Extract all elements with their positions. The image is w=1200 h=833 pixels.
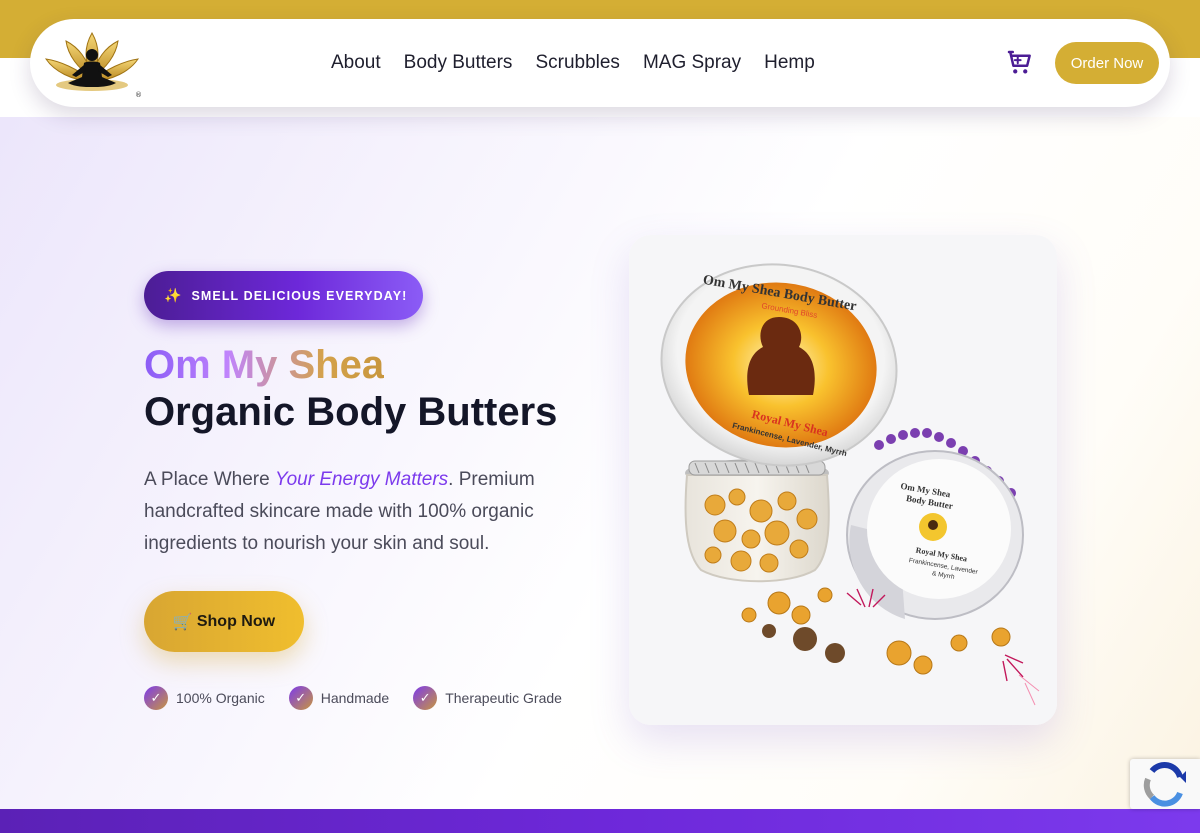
- feature-item: ✓ 100% Organic: [144, 686, 265, 710]
- check-icon: ✓: [413, 686, 438, 710]
- nav-item-about[interactable]: About: [331, 52, 381, 74]
- product-photo: Om My Shea Body Butter Grounding Bliss R…: [629, 235, 1057, 725]
- check-icon: ✓: [288, 686, 313, 710]
- bottom-purple-band: [0, 809, 1200, 833]
- hero-badge: ✨ SMELL DELICIOUS EVERYDAY!: [144, 271, 423, 320]
- site-header: ® About Body Butters Scrubbles MAG Spray…: [30, 19, 1170, 107]
- nav-item-body-butters[interactable]: Body Butters: [404, 52, 513, 74]
- product-image-card: Om My Shea Body Butter Grounding Bliss R…: [629, 235, 1057, 725]
- feature-list: ✓ 100% Organic ✓ Handmade ✓ Therapeutic …: [144, 685, 586, 711]
- feature-item: ✓ Therapeutic Grade: [413, 686, 562, 710]
- cart-emoji-icon: 🛒: [172, 613, 193, 631]
- nav-item-scrubbles[interactable]: Scrubbles: [535, 52, 620, 74]
- hero-title-subtitle: Organic Body Butters: [144, 390, 558, 434]
- hero-lead: A Place Where Your Energy Matters. Premi…: [144, 464, 564, 560]
- recaptcha-badge[interactable]: [1130, 759, 1200, 809]
- feature-item: ✓ Handmade: [288, 686, 390, 710]
- shop-now-button[interactable]: 🛒 Shop Now: [144, 591, 304, 652]
- cart-icon[interactable]: [1004, 47, 1034, 77]
- check-icon: ✓: [144, 686, 168, 710]
- sparkles-icon: ✨: [164, 287, 182, 303]
- lead-emphasis: Your Energy Matters: [274, 469, 449, 490]
- hero-badge-text: SMELL DELICIOUS EVERYDAY!: [191, 288, 408, 303]
- lead-text-start: A Place Where: [144, 469, 275, 490]
- main-nav: About Body Butters Scrubbles MAG Spray H…: [331, 19, 815, 107]
- hero-title-brand: Om My Shea: [144, 343, 385, 387]
- svg-text:®: ®: [135, 91, 142, 99]
- feature-label: Therapeutic Grade: [445, 690, 562, 706]
- lotus-meditation-logo[interactable]: ®: [42, 25, 146, 103]
- nav-item-mag-spray[interactable]: MAG Spray: [643, 52, 741, 74]
- order-now-button[interactable]: Order Now: [1055, 42, 1159, 84]
- nav-item-hemp[interactable]: Hemp: [764, 52, 815, 74]
- feature-label: 100% Organic: [176, 690, 265, 706]
- feature-label: Handmade: [320, 690, 390, 706]
- shop-now-label: Shop Now: [196, 612, 276, 630]
